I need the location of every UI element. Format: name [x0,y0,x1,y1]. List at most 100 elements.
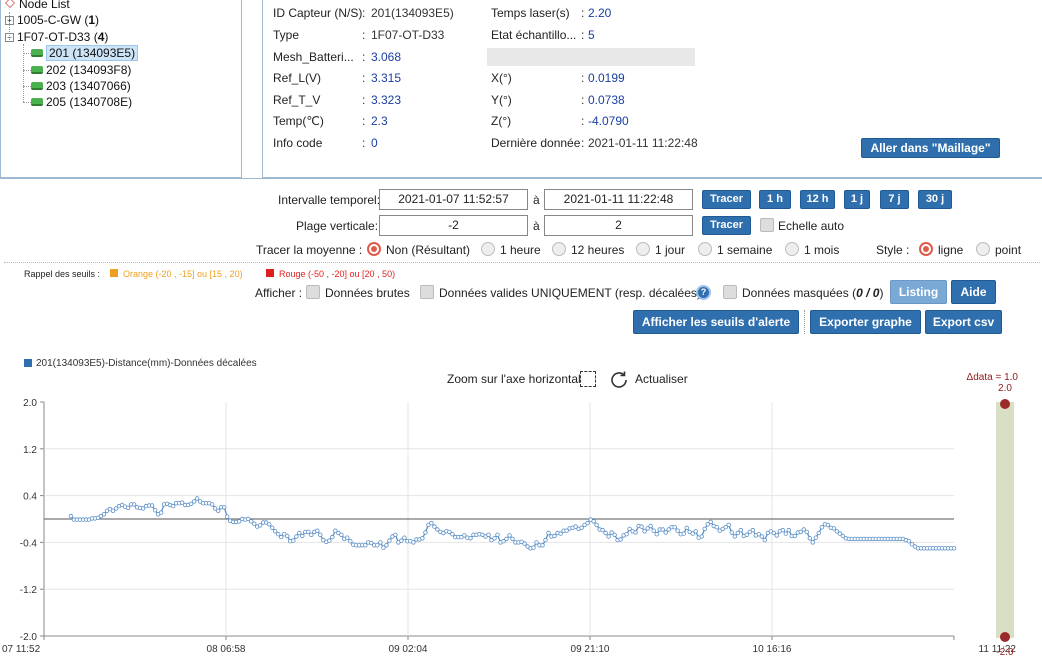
data-point[interactable] [732,534,737,539]
data-point[interactable] [224,514,230,519]
data-point[interactable] [546,530,551,536]
data-point[interactable] [807,536,812,541]
data-point[interactable] [612,532,617,537]
data-point[interactable] [273,529,278,534]
collapse-icon[interactable]: − [5,33,14,42]
data-point[interactable] [633,530,638,535]
listing-button[interactable]: Listing [890,280,947,304]
data-point[interactable] [531,545,536,550]
data-point[interactable] [675,528,680,533]
moyenne-1m-radio[interactable] [785,242,799,256]
data-point[interactable] [251,521,257,526]
data-point[interactable] [393,532,398,537]
data-point[interactable] [131,502,137,507]
data-point[interactable] [101,512,107,517]
vmax-input[interactable]: 2 [544,215,693,236]
data-point[interactable] [951,546,957,551]
moyenne-non-radio[interactable] [367,242,381,256]
data-point[interactable] [762,537,767,543]
data-point[interactable] [681,531,686,536]
data-point[interactable] [735,530,740,536]
data-point[interactable] [783,531,788,536]
expand-icon[interactable]: + [5,16,14,25]
masquees-checkbox[interactable] [723,285,737,299]
slider-bottom-handle[interactable] [1000,632,1010,642]
data-point[interactable] [450,531,455,537]
data-point[interactable] [786,527,791,533]
distance-chart[interactable]: 2.01.20.4-0.4-1.2-2.007 11:52 08 06:58 09 … [0,360,1042,658]
data-point[interactable] [294,534,299,539]
data-point[interactable] [624,531,629,537]
data-point[interactable] [780,527,785,533]
data-point[interactable] [648,523,653,529]
data-point[interactable] [804,529,809,535]
data-point[interactable] [810,540,815,545]
data-point[interactable] [315,528,320,533]
data-point[interactable] [402,535,407,540]
tree-node-205[interactable]: 205 (1340708E) [31,95,132,109]
data-point[interactable] [507,533,512,538]
tree-node-203[interactable]: 203 (13407066) [31,79,131,93]
data-point[interactable] [750,527,755,533]
data-point[interactable] [149,503,155,508]
data-point[interactable] [363,543,368,548]
data-point[interactable] [215,508,221,513]
range-7j-button[interactable]: 7 j [880,190,909,209]
data-point[interactable] [327,538,332,543]
data-point[interactable] [738,527,743,533]
tracer-vertical-button[interactable]: Tracer [702,216,751,235]
data-point[interactable] [540,543,545,548]
tracer-button[interactable]: Tracer [702,190,751,209]
seuils-alerte-button[interactable]: Afficher les seuils d'alerte [633,310,799,334]
data-point[interactable] [663,530,668,535]
range-1h-button[interactable]: 1 h [759,190,791,209]
range-12h-button[interactable]: 12 h [800,190,835,209]
data-point[interactable] [699,534,704,539]
data-point[interactable] [170,503,176,509]
data-point[interactable] [819,524,825,530]
data-point[interactable] [744,532,749,537]
echelle-auto-checkbox[interactable] [760,218,774,232]
data-point[interactable] [399,538,404,543]
data-point[interactable] [411,540,416,545]
data-point[interactable] [552,533,557,539]
tree-root[interactable]: Node List [5,0,70,11]
data-point[interactable] [708,519,713,525]
data-point[interactable] [270,525,275,530]
data-point[interactable] [276,531,281,537]
data-point[interactable] [726,522,731,528]
data-point[interactable] [825,522,831,528]
data-point[interactable] [194,496,200,501]
data-point[interactable] [330,534,335,540]
data-point[interactable] [522,541,527,546]
data-point[interactable] [729,530,734,535]
data-point[interactable] [603,530,608,536]
moyenne-1j-radio[interactable] [636,242,650,256]
data-point[interactable] [591,519,596,524]
data-point[interactable] [702,526,707,532]
data-point[interactable] [267,522,272,527]
data-point[interactable] [158,510,164,515]
data-point[interactable] [191,499,197,504]
data-point[interactable] [209,502,215,507]
data-point[interactable] [594,522,599,528]
brutes-checkbox[interactable] [306,285,320,299]
data-point[interactable] [759,534,764,539]
data-point[interactable] [558,531,563,536]
data-point[interactable] [495,532,500,537]
vmin-input[interactable]: -2 [379,215,528,236]
data-point[interactable] [420,536,425,541]
data-point[interactable] [285,533,290,539]
moyenne-1s-radio[interactable] [698,242,712,256]
data-point[interactable] [221,505,227,510]
tree-node-201[interactable]: 201 (134093E5) [31,45,139,61]
data-point[interactable] [258,523,263,528]
data-point[interactable] [618,537,623,542]
data-point[interactable] [348,538,353,544]
data-point[interactable] [660,527,665,532]
data-point[interactable] [68,513,74,519]
data-point[interactable] [378,540,383,545]
data-point[interactable] [579,525,584,530]
data-point[interactable] [429,520,434,526]
data-point[interactable] [693,529,698,534]
